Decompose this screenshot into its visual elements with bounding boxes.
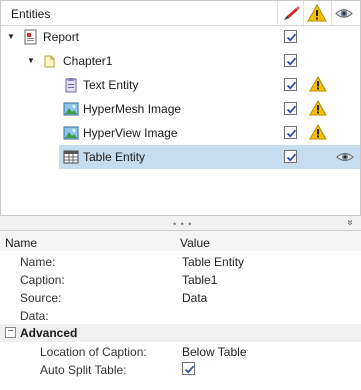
auto-split-checkbox[interactable] <box>182 362 195 375</box>
property-label: Data: <box>20 309 49 323</box>
tree-row-table-entity[interactable]: Table Entity <box>59 145 360 169</box>
enable-checkbox[interactable] <box>284 150 297 163</box>
tree-row-text-entity[interactable]: Text Entity <box>1 73 360 97</box>
tree-row-report[interactable]: ▼ Report <box>1 25 360 49</box>
column-header-name: Name <box>5 236 38 250</box>
property-label: Location of Caption: <box>40 345 147 359</box>
property-label: Name: <box>20 255 56 269</box>
pen-icon[interactable] <box>281 4 301 23</box>
table-icon <box>63 149 79 165</box>
tree-node-label: HyperView Image <box>83 126 178 140</box>
tree-node-label: Report <box>43 30 80 44</box>
tree-node-label: Chapter1 <box>63 54 113 68</box>
panel-splitter[interactable]: • • • » <box>0 216 361 230</box>
warning-icon <box>309 123 327 141</box>
enable-checkbox[interactable] <box>284 30 297 43</box>
warning-icon[interactable] <box>307 3 327 23</box>
entities-panel: Entities ▼ Report ▼ Chapter1 Text Entity… <box>0 0 361 216</box>
properties-header: Name Value <box>0 231 361 251</box>
tree-row-hypermesh-image[interactable]: HyperMesh Image <box>1 97 360 121</box>
property-label: Auto Split Table: <box>40 363 127 377</box>
enable-checkbox[interactable] <box>284 54 297 67</box>
text-entity-icon <box>63 77 79 93</box>
property-label: Caption: <box>20 273 65 287</box>
category-label: Advanced <box>20 326 78 340</box>
tree-node-label: HyperMesh Image <box>83 102 182 116</box>
tree-row-hyperview-image[interactable]: HyperView Image <box>1 121 360 145</box>
image-icon <box>63 101 79 117</box>
category-advanced[interactable]: − Advanced <box>0 324 361 342</box>
image-icon <box>63 125 79 141</box>
collapse-toggle[interactable]: − <box>5 327 16 338</box>
property-label: Source: <box>20 291 62 305</box>
property-value[interactable]: Table1 <box>182 273 217 287</box>
collapse-button[interactable]: » <box>344 220 355 226</box>
folder-icon <box>43 53 59 69</box>
property-value[interactable]: Table Entity <box>182 255 244 269</box>
enable-checkbox[interactable] <box>284 126 297 139</box>
warning-icon <box>309 75 327 93</box>
enable-checkbox[interactable] <box>284 78 297 91</box>
eye-icon[interactable] <box>336 149 354 165</box>
report-icon <box>23 29 39 45</box>
enable-checkbox[interactable] <box>284 102 297 115</box>
tree-row-chapter1[interactable]: ▼ Chapter1 <box>1 49 360 73</box>
collapse-arrow-icon[interactable]: ▼ <box>6 32 16 42</box>
properties-panel: Name Value Name: Table Entity Caption: T… <box>0 230 361 390</box>
property-value[interactable]: Below Table <box>182 345 247 359</box>
tree-header-title: Entities <box>11 7 51 21</box>
tree-node-label: Text Entity <box>83 78 139 92</box>
splitter-grip[interactable]: • • • <box>173 219 192 229</box>
eye-icon[interactable] <box>334 4 354 23</box>
column-header-value: Value <box>180 236 210 250</box>
property-value[interactable]: Data <box>182 291 207 305</box>
tree-header: Entities <box>1 1 360 26</box>
tree-node-label: Table Entity <box>83 150 146 164</box>
warning-icon <box>309 99 327 117</box>
collapse-arrow-icon[interactable]: ▼ <box>26 56 36 66</box>
